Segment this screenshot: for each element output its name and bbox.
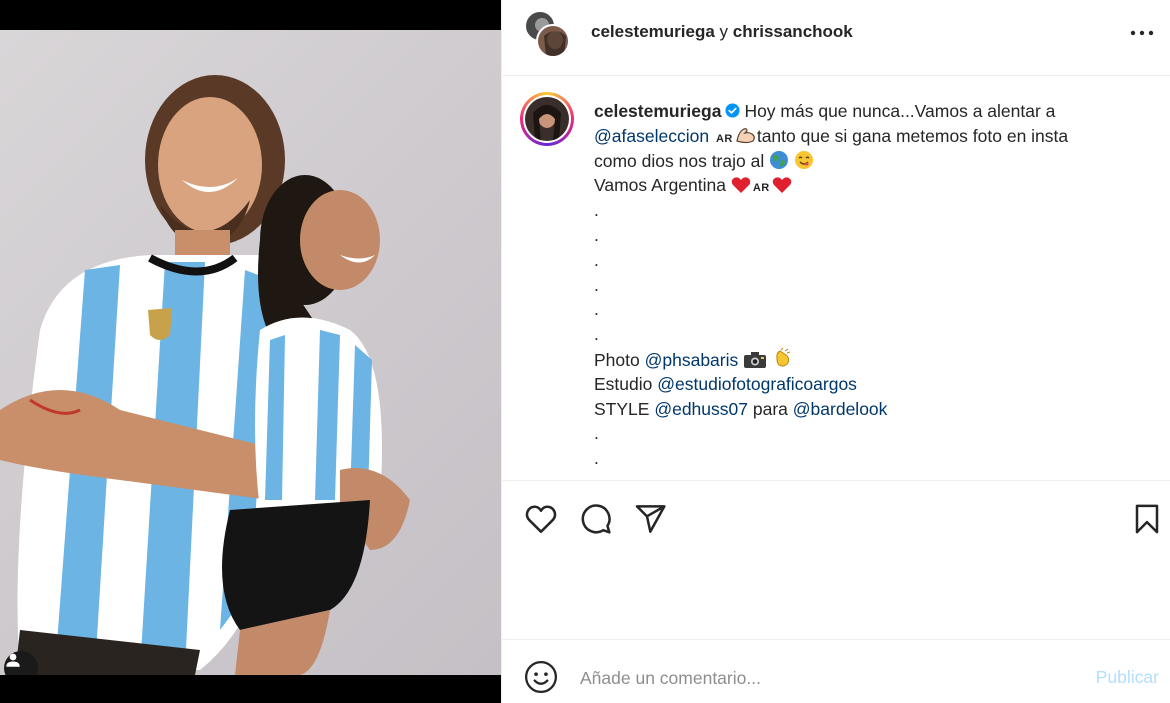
- caption-dot: .: [594, 224, 599, 245]
- smiley-icon: [524, 660, 558, 694]
- caption-text: tanto que si gana metemos foto en insta: [756, 125, 1069, 146]
- caption-dot: .: [594, 448, 599, 469]
- author-username[interactable]: celestemuriega: [591, 22, 715, 41]
- post-actions: [502, 482, 1170, 640]
- caption-text: Hoy más que nunca...Vamos a alentar a: [744, 101, 1056, 121]
- comment-icon: [581, 504, 611, 534]
- mention-link[interactable]: @bardelook: [793, 399, 888, 419]
- user-icon: [6, 653, 20, 667]
- more-options-button[interactable]: [1127, 22, 1157, 44]
- post-photo[interactable]: [0, 30, 501, 675]
- add-comment-bar: Publicar: [502, 641, 1170, 703]
- clapping-hands-icon: [776, 347, 791, 367]
- post-media: [0, 0, 501, 703]
- share-button[interactable]: [634, 502, 668, 536]
- argentina-flag-emoji: AR: [752, 182, 770, 195]
- collaborator-username[interactable]: chrissanchook: [733, 22, 853, 41]
- caption-text: STYLE: [594, 398, 650, 419]
- caption-dot: .: [594, 299, 599, 320]
- post-photo-illustration: [0, 75, 410, 675]
- send-icon: [635, 505, 666, 533]
- bookmark-icon: [1135, 504, 1159, 534]
- avatar: [525, 97, 569, 141]
- caption-username[interactable]: celestemuriega: [594, 101, 721, 121]
- mention-link[interactable]: @phsabaris: [645, 350, 739, 370]
- caption-dot: .: [594, 200, 599, 221]
- emoji-picker-button[interactable]: [524, 660, 558, 694]
- caption-text: para: [752, 398, 788, 419]
- red-heart-icon: [772, 177, 792, 194]
- mention-link[interactable]: @afaseleccion: [594, 126, 709, 146]
- caption-section: celestemuriega Hoy más que nunca...Vamos …: [502, 77, 1170, 481]
- caption-text: Estudio: [594, 373, 653, 394]
- ellipsis-horizontal-icon: [1130, 30, 1154, 36]
- publish-comment-button[interactable]: Publicar: [1096, 667, 1159, 688]
- story-ring[interactable]: [520, 92, 574, 146]
- save-button[interactable]: [1130, 502, 1164, 536]
- camera-flash-icon: [744, 351, 767, 368]
- yum-face-icon: [794, 150, 813, 169]
- comment-button[interactable]: [579, 502, 613, 536]
- flexed-biceps-icon: [736, 127, 755, 143]
- caption-dot: .: [594, 324, 599, 345]
- post-header: celestemuriega y chrissanchook: [502, 0, 1170, 76]
- caption-text: como dios nos trajo al: [594, 150, 765, 171]
- red-heart-icon: [731, 177, 751, 194]
- collab-avatars[interactable]: [524, 10, 572, 58]
- heart-icon: [525, 505, 557, 533]
- mention-link[interactable]: @edhuss07: [654, 399, 748, 419]
- caption-text: Photo: [594, 349, 640, 370]
- mention-link[interactable]: @estudiofotograficoargos: [657, 374, 857, 394]
- verified-badge-icon: [725, 103, 740, 118]
- authors-conjunction: y: [719, 22, 729, 41]
- avatar: [536, 24, 570, 58]
- post-authors: celestemuriega y chrissanchook: [591, 22, 853, 42]
- caption-dot: .: [594, 274, 599, 295]
- globe-icon: [770, 150, 789, 169]
- comment-input[interactable]: [580, 661, 1060, 695]
- argentina-flag-emoji: AR: [715, 132, 733, 145]
- like-button[interactable]: [524, 502, 558, 536]
- caption-dot: .: [594, 423, 599, 444]
- caption-dot: .: [594, 249, 599, 270]
- post-caption: celestemuriega Hoy más que nunca...Vamos …: [594, 99, 1154, 471]
- instagram-post-view: celestemuriega y chrissanchook celestemu…: [0, 0, 1170, 703]
- caption-text: Vamos Argentina: [594, 175, 726, 196]
- post-side-panel: celestemuriega y chrissanchook celestemu…: [501, 0, 1170, 703]
